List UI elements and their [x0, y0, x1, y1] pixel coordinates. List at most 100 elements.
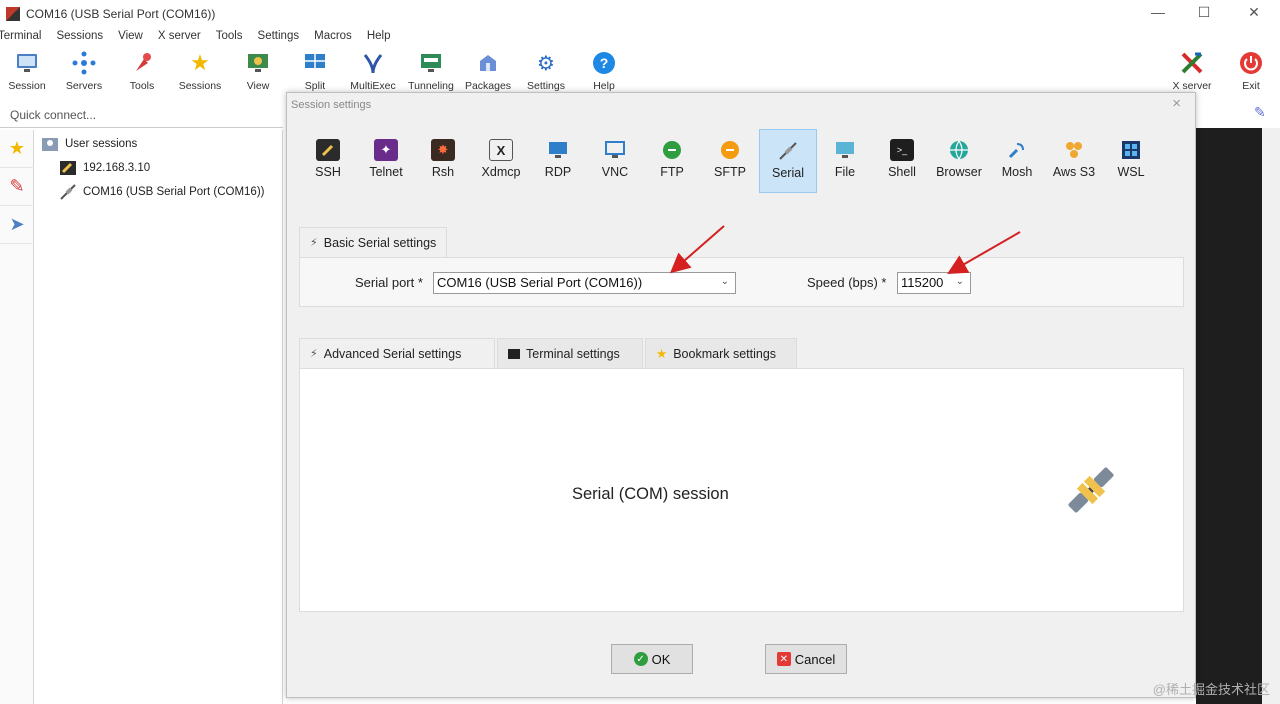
serial-port-select[interactable]: COM16 (USB Serial Port (COM16)) ⌄	[433, 272, 736, 294]
menu-settings[interactable]: Settings	[258, 30, 300, 48]
star-icon: ★	[656, 347, 668, 361]
menu-macros[interactable]: Macros	[314, 30, 352, 48]
toolbar-tunneling-button[interactable]: Tunneling	[401, 50, 461, 92]
quick-connect-input[interactable]: Quick connect...	[0, 104, 283, 128]
gear-icon: ⚙	[537, 52, 555, 75]
protocol-rsh[interactable]: ✸ Rsh	[414, 129, 472, 193]
protocol-telnet[interactable]: ✦ Telnet	[357, 129, 415, 193]
toolbar-tools-button[interactable]: Tools	[112, 50, 172, 92]
tools-strip-icon[interactable]: ✎	[0, 168, 34, 206]
protocol-rdp[interactable]: RDP	[529, 129, 587, 193]
speed-select[interactable]: 115200 ⌄	[897, 272, 971, 294]
toolbar-help-button[interactable]: ? Help	[574, 50, 634, 92]
protocol-sftp[interactable]: SFTP	[701, 129, 759, 193]
maximize-button[interactable]: ☐	[1194, 4, 1214, 21]
chevron-down-icon: ⌄	[955, 276, 964, 287]
tab-terminal-settings[interactable]: Terminal settings	[497, 338, 643, 368]
ftp-icon	[660, 139, 684, 161]
serial-session-panel: Serial (COM) session	[299, 368, 1184, 612]
rdp-icon	[546, 139, 570, 161]
terminal-small-icon	[508, 348, 520, 359]
monitor-icon	[14, 50, 40, 76]
protocol-mosh[interactable]: Mosh	[988, 129, 1046, 193]
split-icon	[302, 50, 328, 76]
menu-x-server[interactable]: X server	[158, 30, 201, 48]
protocol-serial[interactable]: Serial	[759, 129, 817, 193]
watermark: @稀土掘金技术社区	[1152, 682, 1270, 697]
sessions-tree: User sessions 192.168.3.10 COM16 (USB Se…	[35, 130, 283, 704]
folder-user-icon	[41, 136, 59, 152]
dialog-title: Session settings	[291, 99, 372, 111]
protocol-file[interactable]: File	[816, 129, 874, 193]
title-bar: COM16 (USB Serial Port (COM16)) — ☐ ✕	[0, 0, 1280, 28]
menu-sessions[interactable]: Sessions	[56, 30, 103, 48]
protocol-wsl[interactable]: WSL	[1102, 129, 1160, 193]
help-icon: ?	[591, 50, 617, 76]
rsh-icon: ✸	[431, 139, 455, 161]
menu-tools[interactable]: Tools	[216, 30, 243, 48]
protocol-vnc[interactable]: VNC	[586, 129, 644, 193]
protocol-browser[interactable]: Browser	[930, 129, 988, 193]
tab-bookmark-settings[interactable]: ★ Bookmark settings	[645, 338, 797, 368]
multiexec-icon	[360, 50, 386, 76]
cancel-icon: ✕	[776, 652, 791, 666]
menu-bar: Terminal Sessions View X server Tools Se…	[0, 30, 405, 48]
protocol-shell[interactable]: >_ Shell	[873, 129, 931, 193]
tab-advanced-serial-settings[interactable]: ⚡ Advanced Serial settings	[299, 338, 495, 368]
toolbar-exit-button[interactable]: Exit	[1221, 50, 1280, 92]
app-icon	[6, 7, 20, 21]
protocol-ssh[interactable]: SSH	[299, 129, 357, 193]
menu-help[interactable]: Help	[367, 30, 391, 48]
terminal-area[interactable]	[1196, 128, 1262, 704]
toolbar-xserver-button[interactable]: X server	[1162, 50, 1222, 92]
toolbar-sessions-button[interactable]: ★ Sessions	[170, 50, 230, 92]
plug-connector-icon	[1060, 459, 1122, 521]
tunneling-icon	[418, 50, 444, 76]
x-server-icon	[1179, 50, 1205, 76]
toolbar-view-button[interactable]: View	[228, 50, 288, 92]
toolbar-packages-button[interactable]: Packages	[458, 50, 518, 92]
protocol-xdmcp[interactable]: X Xdmcp	[472, 129, 530, 193]
basic-serial-settings-tab[interactable]: ⚡ Basic Serial settings	[299, 227, 448, 257]
toolbar-split-button[interactable]: Split	[285, 50, 345, 92]
menu-view[interactable]: View	[118, 30, 143, 48]
mosh-icon	[1005, 139, 1029, 161]
pen-icon[interactable]: ✎	[1254, 104, 1266, 121]
speed-label: Speed (bps) *	[807, 275, 887, 290]
sftp-icon	[718, 139, 742, 161]
serial-small-icon: ⚡	[310, 348, 318, 360]
svg-text:?: ?	[600, 55, 609, 71]
session-settings-dialog: Session settings × SSH ✦ Telnet ✸ Rsh X …	[286, 92, 1196, 698]
tree-item-192-168-3-10[interactable]: 192.168.3.10	[59, 160, 150, 176]
vnc-icon	[603, 139, 627, 161]
serial-small-icon: ⚡	[310, 237, 318, 249]
serial-plug-icon	[59, 184, 77, 200]
send-icon[interactable]: ➤	[0, 206, 34, 244]
ok-button[interactable]: ✓ OK	[611, 644, 693, 674]
globe-icon	[947, 139, 971, 161]
close-window-button[interactable]: ✕	[1244, 4, 1264, 21]
serial-icon	[776, 140, 800, 162]
serial-port-label: Serial port *	[355, 275, 423, 290]
toolbar-multiexec-button[interactable]: MultiExec	[343, 50, 403, 92]
protocol-aws-s3[interactable]: Aws S3	[1045, 129, 1103, 193]
xdmcp-icon: X	[489, 139, 513, 161]
dialog-close-button[interactable]: ×	[1172, 95, 1181, 112]
minimize-button[interactable]: —	[1148, 4, 1168, 20]
toolbar-servers-button[interactable]: Servers	[54, 50, 114, 92]
protocol-ftp[interactable]: FTP	[643, 129, 701, 193]
power-icon	[1238, 50, 1264, 76]
tree-item-com16[interactable]: COM16 (USB Serial Port (COM16))	[59, 184, 264, 200]
toolbar-session-button[interactable]: Session	[0, 50, 57, 92]
cancel-button[interactable]: ✕ Cancel	[765, 644, 847, 674]
window-title: COM16 (USB Serial Port (COM16))	[26, 7, 216, 21]
favorites-star-icon[interactable]: ★	[0, 130, 34, 168]
view-icon	[245, 50, 271, 76]
telnet-icon: ✦	[374, 139, 398, 161]
terminal-scrollbar[interactable]	[1262, 128, 1280, 704]
toolbar-settings-button[interactable]: ⚙ Settings	[516, 50, 576, 93]
menu-terminal[interactable]: Terminal	[0, 30, 41, 48]
shell-icon: >_	[890, 139, 914, 161]
chevron-down-icon: ⌄	[720, 276, 729, 287]
tree-root-user-sessions[interactable]: User sessions	[41, 136, 137, 152]
